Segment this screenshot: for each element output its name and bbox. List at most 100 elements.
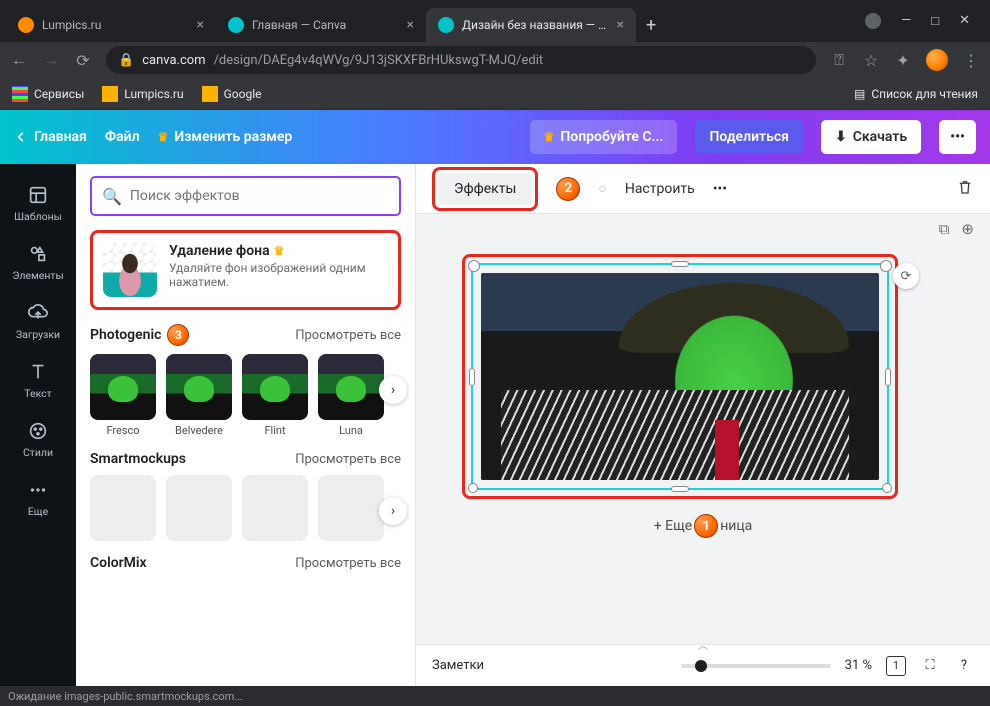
background-remove-card[interactable]: Удаление фона♛ Удаляйте фон изображений … <box>90 230 401 310</box>
home-link[interactable]: Главная <box>14 129 87 145</box>
folder-icon <box>102 86 118 102</box>
account-indicator-icon[interactable] <box>865 13 881 29</box>
back-icon[interactable]: ← <box>10 50 28 70</box>
mockup-placeholder[interactable] <box>242 475 308 541</box>
sidebar-item-elements[interactable]: Элементы <box>0 233 76 292</box>
tab-canva-design[interactable]: Дизайн без названия — 1280 × <box>426 8 636 42</box>
sidebar-label: Загрузки <box>16 328 60 341</box>
canvas-footer: ︿ Заметки 31 % 1 ⛶ ? <box>416 644 990 686</box>
filter-flint[interactable]: Flint <box>242 354 308 437</box>
pages-grid-button[interactable]: 1 <box>886 656 906 676</box>
see-all-link[interactable]: Просмотреть все <box>295 328 401 343</box>
search-icon: 🔍 <box>102 187 122 206</box>
crown-icon: ♛ <box>544 130 555 144</box>
effects-button-highlight: Эффекты <box>432 167 538 211</box>
duplicate-page-icon[interactable]: ⧉ <box>939 220 950 238</box>
adjust-button[interactable]: Настроить <box>625 181 695 197</box>
favicon-icon <box>228 17 244 33</box>
close-window-button[interactable]: ✕ <box>959 13 970 29</box>
crown-icon: ♛ <box>274 244 285 258</box>
reading-list[interactable]: ▤ Список для чтения <box>854 87 978 101</box>
bookmark-services[interactable]: Сервисы <box>12 86 84 102</box>
filter-belvedere[interactable]: Belvedere <box>166 354 232 437</box>
add-page-icon[interactable]: ⊕ <box>961 220 974 238</box>
favicon-icon <box>18 17 34 33</box>
url-path: /design/DAEg4v4qWVg/9J13jSKXFBrHUkswgT-M… <box>214 53 544 68</box>
sidebar-item-templates[interactable]: Шаблоны <box>0 174 76 233</box>
trash-icon[interactable] <box>956 178 974 200</box>
effects-panel: 🔍 Удаление фона♛ Удаляйте фон изображени… <box>76 164 416 686</box>
mockup-placeholder[interactable] <box>318 475 384 541</box>
resize-menu[interactable]: ♛Изменить размер <box>158 129 293 145</box>
minimize-button[interactable]: — <box>901 13 911 29</box>
step-badge-2: 2 <box>556 177 580 201</box>
search-effects-input[interactable]: 🔍 <box>90 176 401 216</box>
more-button[interactable]: ••• <box>939 120 976 154</box>
toolbar-more-button[interactable]: ••• <box>713 181 727 197</box>
sidebar-item-more[interactable]: Еще <box>0 469 76 528</box>
next-arrow-button[interactable]: › <box>379 376 407 404</box>
zoom-value: 31 % <box>845 658 872 673</box>
profile-avatar[interactable] <box>926 49 948 71</box>
share-icon[interactable]: ⍰ <box>830 50 848 70</box>
next-arrow-button[interactable]: › <box>379 497 407 525</box>
tab-lumpics[interactable]: Lumpics.ru × <box>6 8 216 42</box>
close-icon[interactable]: × <box>617 17 624 33</box>
help-icon[interactable]: ? <box>954 656 974 676</box>
bookmark-lumpics[interactable]: Lumpics.ru <box>102 86 183 102</box>
see-all-link[interactable]: Просмотреть все <box>295 452 401 467</box>
crop-button[interactable]: ○ <box>598 180 606 197</box>
folder-icon <box>202 86 218 102</box>
zoom-slider[interactable] <box>681 664 831 668</box>
selection-frame[interactable] <box>471 263 889 490</box>
file-menu[interactable]: Файл <box>105 129 140 145</box>
bookmark-label: Список для чтения <box>871 87 978 101</box>
window-controls: — □ ✕ <box>825 13 984 29</box>
try-pro-button[interactable]: ♛Попробуйте C... <box>530 120 678 154</box>
close-icon[interactable]: × <box>197 17 204 33</box>
sidebar-item-uploads[interactable]: Загрузки <box>0 292 76 351</box>
bookmark-google[interactable]: Google <box>202 86 262 102</box>
maximize-button[interactable]: □ <box>931 13 939 29</box>
canvas-image[interactable] <box>481 273 879 480</box>
menu-icon[interactable]: ⋮ <box>962 51 980 70</box>
section-title: ColorMix <box>90 555 147 571</box>
fullscreen-icon[interactable]: ⛶ <box>920 656 940 676</box>
section-title: Photogenic3 <box>90 324 189 346</box>
close-icon[interactable]: × <box>407 17 414 33</box>
step-badge-3: 3 <box>167 324 189 346</box>
url-input[interactable]: 🔒 canva.com/design/DAEg4v4qWVg/9J13jSKXF… <box>106 46 816 74</box>
effects-button[interactable]: Эффекты <box>438 173 532 205</box>
notes-button[interactable]: Заметки <box>432 658 484 673</box>
sidebar-label: Еще <box>28 505 48 518</box>
expand-panel-caret-icon[interactable]: ︿ <box>698 637 708 652</box>
mockup-placeholder[interactable] <box>166 475 232 541</box>
sidebar-item-styles[interactable]: Стили <box>0 410 76 469</box>
new-tab-button[interactable]: + <box>636 15 666 36</box>
bookmark-label: Google <box>224 87 262 101</box>
sidebar-label: Стили <box>23 446 53 459</box>
canvas-viewport[interactable]: ⧉ ⊕ ⟳ + Еще 1 <box>416 214 990 644</box>
rotate-handle[interactable]: ⟳ <box>893 263 919 289</box>
bg-remove-title: Удаление фона♛ <box>169 243 388 259</box>
sidebar-item-text[interactable]: Текст <box>0 351 76 410</box>
filter-luna[interactable]: Luna <box>318 354 384 437</box>
forward-icon: → <box>42 50 60 70</box>
add-page-button[interactable]: + Еще 1 ница <box>416 514 990 538</box>
extensions-icon[interactable]: ✦ <box>894 51 912 70</box>
workspace: Шаблоны Элементы Загрузки Текст Стили Ещ… <box>0 164 990 686</box>
sidebar-label: Шаблоны <box>14 210 62 223</box>
filter-fresco[interactable]: Fresco <box>90 354 156 437</box>
sidebar-label: Элементы <box>12 269 63 282</box>
apps-icon <box>12 86 28 102</box>
share-button[interactable]: Поделиться <box>695 120 802 154</box>
step-badge-1: 1 <box>694 514 718 538</box>
download-button[interactable]: ⬇Скачать <box>821 120 921 154</box>
reload-icon[interactable]: ⟳ <box>74 51 92 70</box>
search-field[interactable] <box>130 188 389 204</box>
tab-canva-home[interactable]: Главная — Canva × <box>216 8 426 42</box>
mockup-placeholder[interactable] <box>90 475 156 541</box>
bookmark-star-icon[interactable]: ☆ <box>862 51 880 70</box>
see-all-link[interactable]: Просмотреть все <box>295 556 401 571</box>
address-bar: ← → ⟳ 🔒 canva.com/design/DAEg4v4qWVg/9J1… <box>0 42 990 78</box>
